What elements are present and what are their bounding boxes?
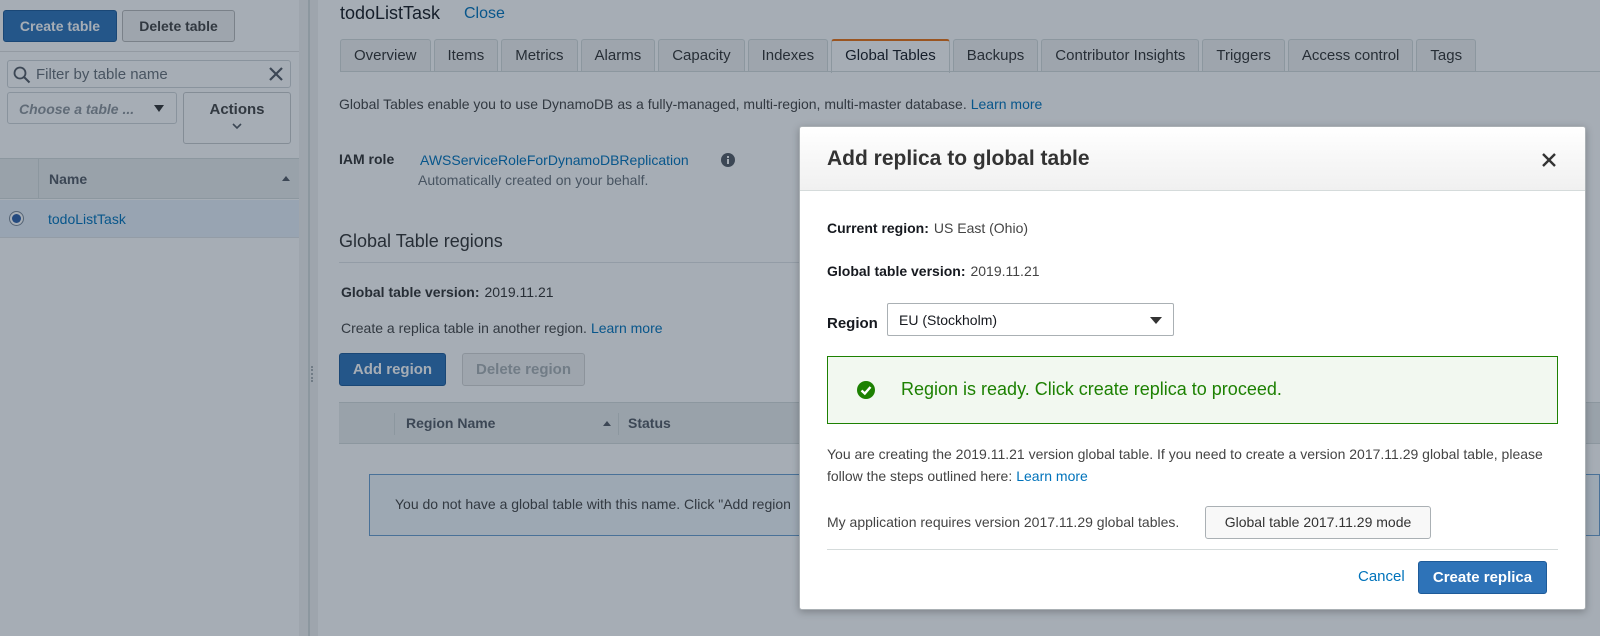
current-region-label: Current region: [827,220,929,236]
modal-gtv-value: 2019.11.21 [970,263,1040,279]
version-note: You are creating the 2019.11.21 version … [827,443,1552,487]
modal-gtv-label: Global table version: [827,263,966,279]
region-label: Region [827,315,878,332]
region-select[interactable]: EU (Stockholm) [887,303,1174,336]
legacy-mode-text: My application requires version 2017.11.… [827,514,1180,530]
success-message: Region is ready. Click create replica to… [901,379,1282,399]
create-replica-button[interactable]: Create replica [1418,561,1547,594]
modal-title: Add replica to global table [827,147,1090,170]
version-note-text: You are creating the 2019.11.21 version … [827,446,1543,484]
caret-down-icon [1150,317,1162,324]
add-replica-modal: Add replica to global table Current regi… [799,126,1586,610]
current-region-value: US East (Ohio) [933,220,1029,236]
close-icon[interactable] [1541,152,1557,168]
modal-header: Add replica to global table [800,127,1585,191]
modal-global-table-version: Global table version: 2019.11.21 [827,263,1040,279]
note-learn-more-link[interactable]: Learn more [1016,468,1088,484]
region-selected-value: EU (Stockholm) [899,312,998,328]
success-alert: Region is ready. Click create replica to… [827,356,1558,424]
legacy-mode-button[interactable]: Global table 2017.11.29 mode [1205,506,1431,539]
divider [827,549,1558,550]
check-circle-icon [857,381,875,399]
current-region: Current region: US East (Ohio) [827,220,1028,236]
cancel-button[interactable]: Cancel [1358,568,1405,585]
